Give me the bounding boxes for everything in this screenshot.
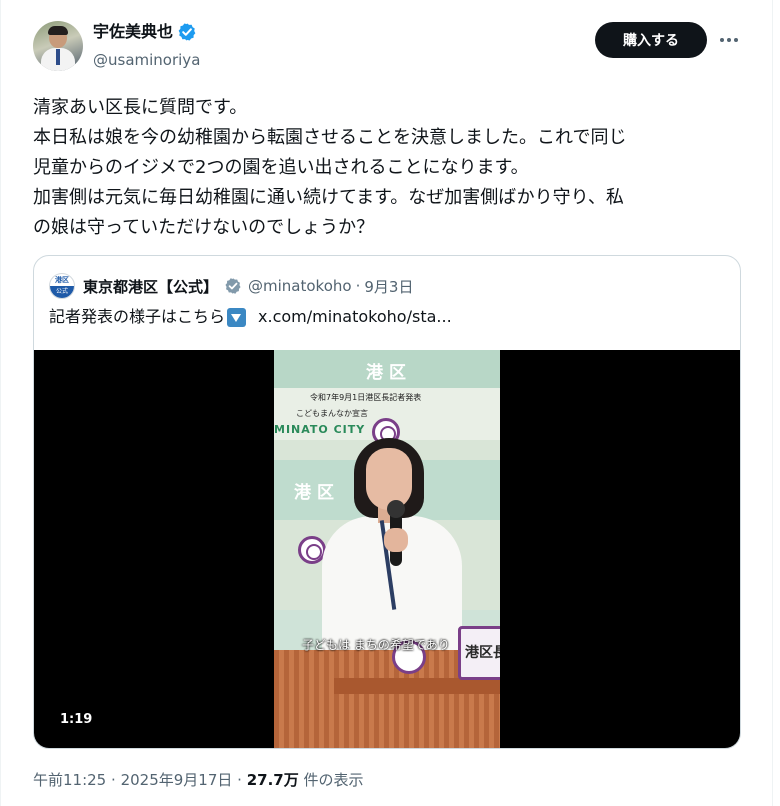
author-display-name[interactable]: 宇佐美典也 (93, 22, 173, 42)
more-dot (720, 38, 724, 42)
subscribe-button[interactable]: 購入する (595, 22, 707, 58)
quoted-author-handle[interactable]: @minatokoho (248, 277, 352, 295)
quoted-text-body: 記者発表の様子はこちら (49, 307, 226, 326)
quoted-tweet-link[interactable]: x.com/minatokoho/sta... (258, 305, 452, 329)
tweet-text: 清家あい区長に質問です。 本日私は娘を今の幼稚園から転園させることを決意しました… (33, 93, 745, 243)
logo-top-text: 港区 (55, 276, 69, 284)
timeline-right-border (772, 0, 773, 806)
more-options-icon[interactable] (715, 28, 743, 52)
tweet-line: 加害側は元気に毎日幼稚園に通い続けてます。なぜ加害側ばかり守り、私 (33, 187, 624, 208)
government-badge-icon[interactable] (224, 277, 242, 295)
logo-bottom-text: 公式 (50, 286, 74, 298)
tweet-metadata: 午前11:25 · 2025年9月17日 · 27.7万 件の表示 (33, 770, 364, 790)
video-duration: 1:19 (60, 712, 93, 727)
backdrop-sign-top: 港区 (366, 363, 412, 383)
meta-separator: · (111, 771, 116, 789)
speaker-hand-shape (384, 528, 408, 552)
backdrop-sign-middle: 港区 (294, 483, 340, 503)
author-avatar[interactable] (33, 21, 83, 71)
tweet-line: 児童からのイジメで2つの園を追い出されることになります。 (33, 157, 529, 178)
press-conference-banner: 令和7年9月1日港区長記者発表 (310, 393, 422, 402)
podium-top-shape (334, 678, 500, 694)
more-dot (727, 38, 731, 42)
quoted-tweet-text: 記者発表の様子はこちら x.com/minatokoho/sta... (49, 305, 452, 329)
speaker-face-shape (366, 448, 412, 510)
video-subtitle: 子どもは まちの希望であり (302, 638, 450, 652)
quoted-tweet-date[interactable]: 9月3日 (364, 276, 413, 297)
avatar-hair-shape (48, 26, 68, 35)
timeline-left-border (0, 0, 1, 806)
video-player[interactable]: 港区 令和7年9月1日港区長記者発表 こどもまんなか宣言 MINATO CITY… (34, 350, 740, 748)
tweet-line: 本日私は娘を今の幼稚園から転園させることを決意しました。これで同じ (33, 127, 627, 148)
tweet-line: 清家あい区長に質問です。 (33, 97, 248, 118)
minato-city-label: MINATO CITY (274, 423, 366, 436)
verified-badge-icon[interactable] (177, 22, 197, 42)
quoted-tweet-card[interactable]: 港区 公式 東京都港区【公式】 @minatokoho · 9月3日 記者発表の… (33, 255, 741, 749)
down-arrow-icon (227, 307, 247, 327)
header-separator: · (355, 277, 361, 295)
view-count[interactable]: 27.7万 (247, 771, 299, 789)
tweet-page: 宇佐美典也 @usaminoriya 購入する 清家あい区長に質問です。 本日私… (0, 0, 780, 806)
author-handle[interactable]: @usaminoriya (93, 50, 200, 70)
tweet-date[interactable]: 2025年9月17日 (121, 771, 233, 789)
declaration-banner: こどもまんなか宣言 (296, 409, 368, 418)
more-dot (734, 38, 738, 42)
avatar-tie-shape (56, 49, 60, 65)
view-count-label: 件の表示 (303, 771, 364, 789)
meta-separator: · (237, 771, 242, 789)
quoted-tweet-header: 港区 公式 東京都港区【公式】 @minatokoho · 9月3日 (49, 273, 413, 299)
quoted-author-name[interactable]: 東京都港区【公式】 (83, 276, 218, 297)
tweet-line: の娘は守っていただけないのでしょうか？ (33, 217, 375, 238)
video-frame: 港区 令和7年9月1日港区長記者発表 こどもまんなか宣言 MINATO CITY… (274, 350, 500, 748)
microphone-head-shape (387, 500, 405, 518)
tweet-time[interactable]: 午前11:25 (33, 771, 106, 789)
author-name-row: 宇佐美典也 (93, 22, 197, 42)
minato-ward-logo[interactable]: 港区 公式 (49, 273, 75, 299)
mayor-name-plate: 港区長 (458, 626, 500, 680)
